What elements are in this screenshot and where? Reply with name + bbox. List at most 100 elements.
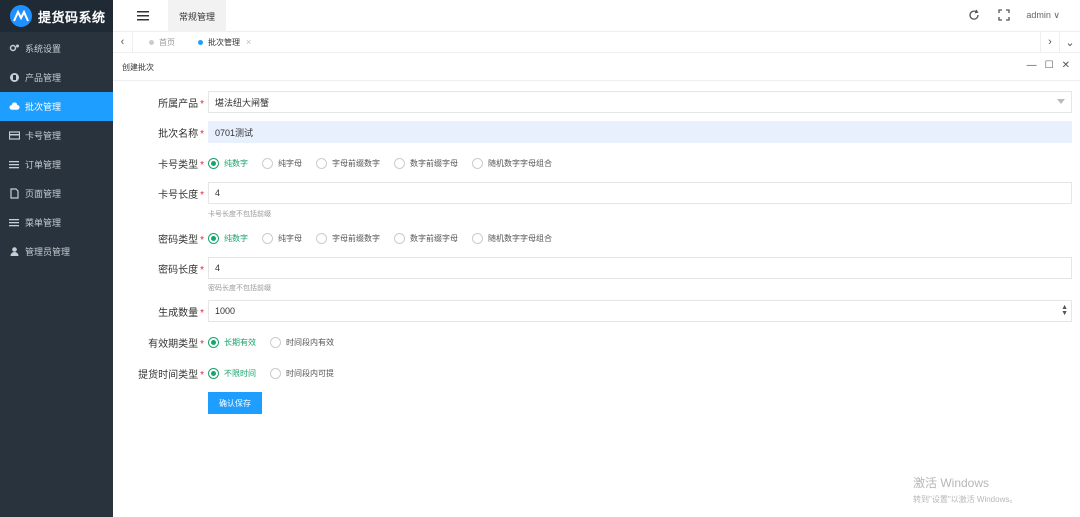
field-label: 生成数量 * bbox=[158, 307, 204, 319]
radio-icon bbox=[316, 157, 327, 169]
tab-close-icon[interactable]: × bbox=[246, 37, 251, 47]
pwd-type-option[interactable]: 字母前缀数字 bbox=[316, 232, 380, 244]
sidebar: 提货码系统 系统设置 产品管理批次管理卡号管理订单管理页面管理菜单管理 管理员管理 bbox=[0, 0, 113, 517]
user-menu[interactable]: admin ∨ bbox=[1026, 10, 1060, 21]
top-header: 常规管理 admin ∨ bbox=[113, 0, 1080, 32]
form-row-card-length: 卡号长度 * 4 bbox=[113, 182, 1080, 204]
sidebar-item-2[interactable]: 批次管理 bbox=[0, 92, 113, 121]
user-icon bbox=[9, 246, 20, 257]
pickup-type-option[interactable]: 不限时间 bbox=[208, 367, 256, 379]
card-type-option[interactable]: 纯字母 bbox=[262, 157, 302, 169]
card-type-option[interactable]: 随机数字字母组合 bbox=[472, 157, 552, 169]
radio-label: 纯字母 bbox=[278, 158, 302, 168]
tab-label: 批次管理 bbox=[208, 37, 240, 47]
radio-label: 纯数字 bbox=[224, 158, 248, 168]
field-label: 卡号类型 * bbox=[158, 159, 204, 171]
watermark-line1: 激活 Windows bbox=[913, 476, 990, 490]
radio-icon bbox=[262, 157, 273, 169]
tabs-dropdown-icon[interactable]: ⌄ bbox=[1060, 32, 1080, 52]
field-label: 密码类型 * bbox=[158, 234, 204, 246]
validity-type-option[interactable]: 时间段内有效 bbox=[270, 336, 334, 348]
tab-home[interactable]: 首页 bbox=[149, 32, 175, 52]
validity-radio-group: 长期有效 时间段内有效 bbox=[208, 336, 348, 348]
sidebar-item-label: 页面管理 bbox=[25, 189, 62, 199]
sidebar-item-0[interactable]: 系统设置 bbox=[0, 34, 113, 63]
card-type-option[interactable]: 字母前缀数字 bbox=[316, 157, 380, 169]
radio-icon bbox=[394, 232, 405, 244]
radio-icon bbox=[472, 157, 483, 169]
radio-icon bbox=[208, 232, 219, 244]
sidebar-item-1[interactable]: 产品管理 bbox=[0, 63, 113, 92]
form-row-card-type: 卡号类型 * 纯数字 纯字母 字母前缀数字 数字前缀字母 随机数字字母组合 bbox=[113, 152, 1080, 174]
pwd-type-radio-group: 纯数字 纯字母 字母前缀数字 数字前缀字母 随机数字字母组合 bbox=[208, 232, 566, 244]
maximize-icon[interactable]: ☐ bbox=[1045, 60, 1054, 71]
pwd-length-input[interactable]: 4 bbox=[208, 257, 1072, 279]
field-label: 卡号长度 * bbox=[158, 189, 204, 201]
tab-batch[interactable]: 批次管理 × bbox=[198, 32, 251, 52]
sidebar-item-5[interactable]: 页面管理 bbox=[0, 179, 113, 208]
card-icon bbox=[9, 130, 20, 141]
pwd-length-hint: 密码长度不包括前缀 bbox=[208, 285, 271, 292]
divider bbox=[113, 80, 1080, 81]
quantity-stepper[interactable]: 1000 ▲ ▼ bbox=[208, 300, 1072, 322]
radio-label: 随机数字字母组合 bbox=[488, 233, 552, 243]
card-type-radio-group: 纯数字 纯字母 字母前缀数字 数字前缀字母 随机数字字母组合 bbox=[208, 157, 566, 169]
sidebar-item-label: 卡号管理 bbox=[25, 131, 62, 141]
pwd-type-option[interactable]: 随机数字字母组合 bbox=[472, 232, 552, 244]
radio-label: 字母前缀数字 bbox=[332, 233, 380, 243]
pwd-type-option[interactable]: 纯数字 bbox=[208, 232, 248, 244]
cloud-icon bbox=[9, 101, 20, 112]
sidebar-item-label: 订单管理 bbox=[25, 160, 62, 170]
radio-label: 纯字母 bbox=[278, 233, 302, 243]
pwd-type-option[interactable]: 纯字母 bbox=[262, 232, 302, 244]
panel-controls: — ☐ ✕ bbox=[1027, 60, 1070, 71]
top-tab-general[interactable]: 常规管理 bbox=[168, 0, 226, 32]
watermark-line2: 转到"设置"以激活 Windows。 bbox=[913, 495, 1018, 504]
card-length-hint: 卡号长度不包括前缀 bbox=[208, 211, 271, 218]
field-label: 批次名称 * bbox=[158, 128, 204, 140]
form-row-pwd-length: 密码长度 * 4 bbox=[113, 257, 1080, 279]
tabs-scroll-left-icon[interactable]: ‹ bbox=[113, 32, 133, 52]
radio-icon bbox=[316, 232, 327, 244]
field-label: 提货时间类型 * bbox=[138, 369, 204, 381]
pwd-type-option[interactable]: 数字前缀字母 bbox=[394, 232, 458, 244]
sidebar-item-7[interactable]: 管理员管理 bbox=[0, 237, 113, 266]
sidebar-item-4[interactable]: 订单管理 bbox=[0, 150, 113, 179]
radio-icon bbox=[262, 232, 273, 244]
refresh-icon[interactable] bbox=[968, 9, 980, 21]
radio-icon bbox=[472, 232, 483, 244]
windows-activation-watermark: 激活 Windows 转到"设置"以激活 Windows。 bbox=[913, 474, 1017, 505]
save-button[interactable]: 确认保存 bbox=[208, 392, 262, 414]
pickup-type-option[interactable]: 时间段内可提 bbox=[270, 367, 334, 379]
tab-dot bbox=[149, 39, 154, 45]
chevron-down-icon bbox=[1057, 99, 1065, 104]
sidebar-item-6[interactable]: 菜单管理 bbox=[0, 208, 113, 237]
form-row-pickup: 提货时间类型 * 不限时间 时间段内可提 bbox=[113, 362, 1080, 384]
menu-icon bbox=[9, 217, 20, 228]
card-type-option[interactable]: 纯数字 bbox=[208, 157, 248, 169]
product-select[interactable]: 堪法纽大闸蟹 bbox=[208, 91, 1072, 113]
app-title: 提货码系统 bbox=[38, 9, 106, 25]
radio-icon bbox=[270, 367, 281, 379]
batch-name-input[interactable]: 0701测试 bbox=[208, 121, 1072, 143]
stepper-arrows-icon[interactable]: ▲ ▼ bbox=[1061, 304, 1068, 317]
radio-label: 长期有效 bbox=[224, 337, 256, 347]
product-icon bbox=[9, 72, 20, 83]
fullscreen-icon[interactable] bbox=[998, 9, 1010, 21]
radio-label: 不限时间 bbox=[224, 368, 256, 378]
validity-type-option[interactable]: 长期有效 bbox=[208, 336, 256, 348]
card-length-input[interactable]: 4 bbox=[208, 182, 1072, 204]
close-icon[interactable]: ✕ bbox=[1062, 60, 1070, 71]
hamburger-icon[interactable] bbox=[137, 10, 149, 21]
app-logo[interactable]: 提货码系统 bbox=[0, 0, 113, 32]
sidebar-item-label: 批次管理 bbox=[25, 102, 62, 112]
form-row-pwd-type: 密码类型 * 纯数字 纯字母 字母前缀数字 数字前缀字母 随机数字字母组合 bbox=[113, 227, 1080, 249]
tabs-scroll-right-icon[interactable]: › bbox=[1040, 32, 1060, 52]
tab-label: 首页 bbox=[159, 37, 175, 47]
card-type-option[interactable]: 数字前缀字母 bbox=[394, 157, 458, 169]
sidebar-nav: 系统设置 产品管理批次管理卡号管理订单管理页面管理菜单管理 管理员管理 bbox=[0, 34, 113, 266]
sidebar-item-3[interactable]: 卡号管理 bbox=[0, 121, 113, 150]
field-label: 有效期类型 * bbox=[148, 338, 204, 350]
tabs-bar: ‹ 首页 批次管理 × › ⌄ bbox=[113, 32, 1080, 53]
minimize-icon[interactable]: — bbox=[1027, 60, 1037, 71]
